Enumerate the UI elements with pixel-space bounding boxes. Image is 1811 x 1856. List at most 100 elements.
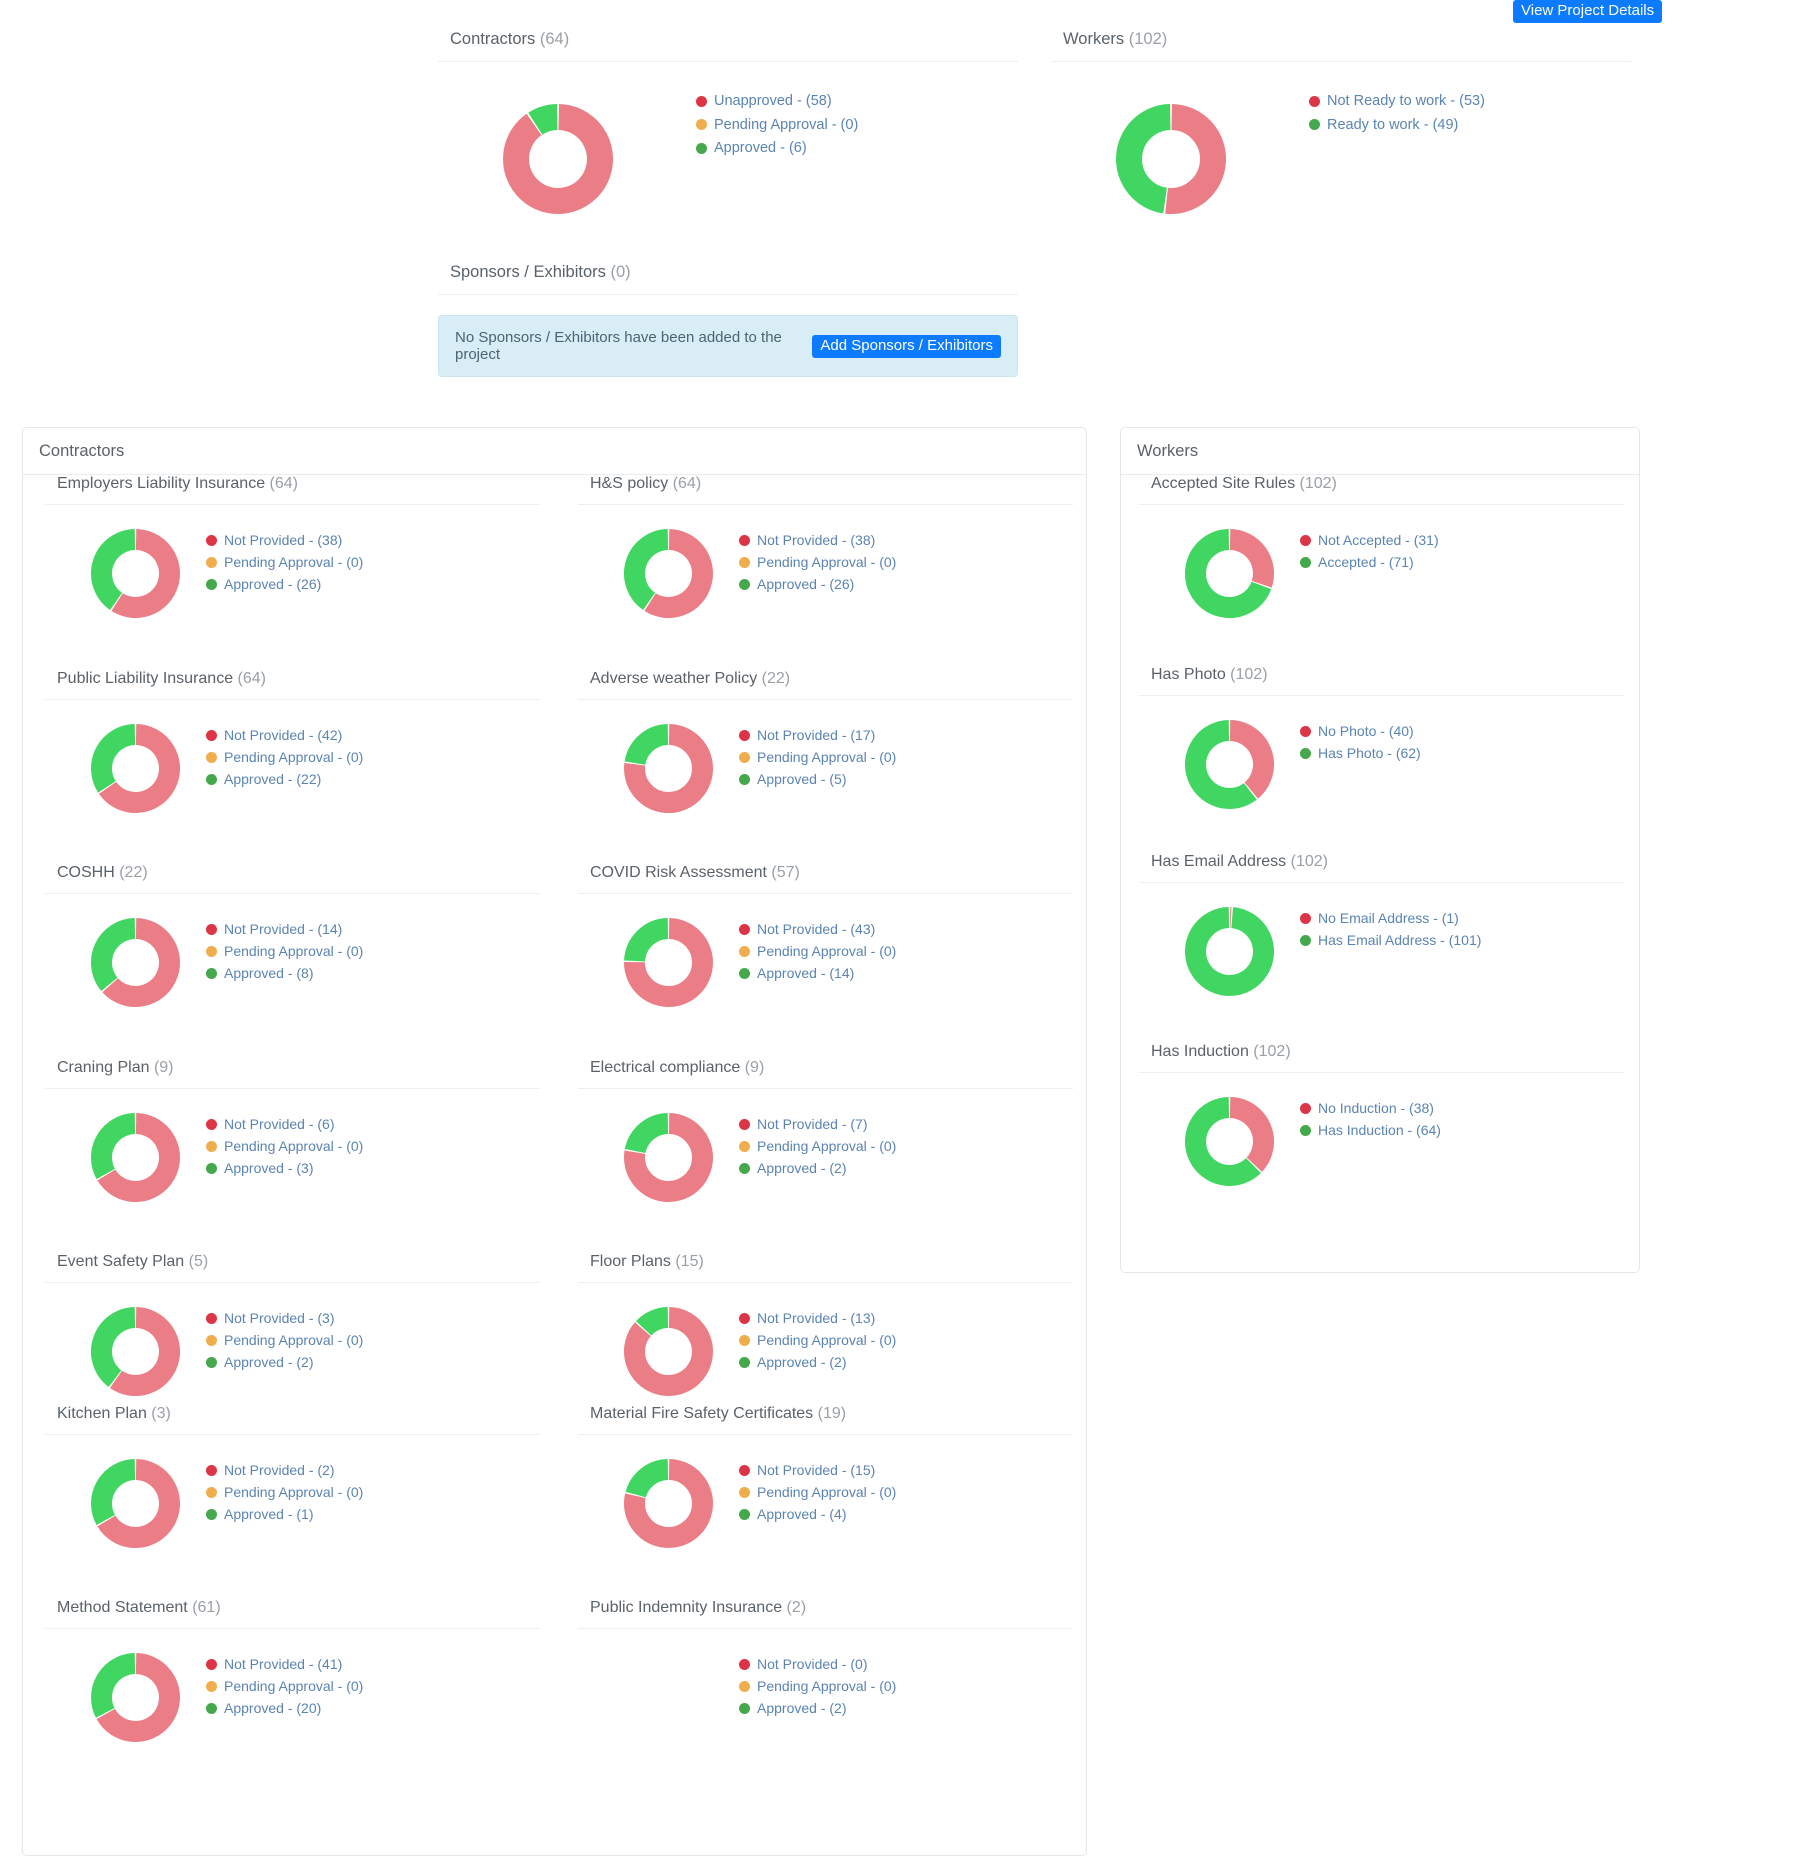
metric-title-count: (22) [757, 670, 791, 687]
donut-chart-svg [1185, 720, 1274, 809]
donut-chart-svg [624, 1459, 713, 1548]
legend-dot-icon [696, 95, 707, 107]
legend-item: Has Photo - (62) [1300, 746, 1421, 760]
legend-item: Approved - (8) [206, 966, 363, 980]
legend-label: Pending Approval - (0) [224, 1138, 364, 1154]
legend-label: Approved - (4) [757, 1506, 847, 1522]
legend-dot-icon [739, 967, 750, 979]
legend-label: Not Provided - (38) [224, 532, 343, 548]
metric-card: Electrical compliance (9) Not Provided - … [578, 1059, 1073, 1206]
summary-workers-title: Workers [1063, 30, 1125, 48]
summary-contractors-donut [438, 84, 678, 234]
metric-title: Method Statement (61) [45, 1599, 540, 1628]
legend-label: Pending Approval - (0) [757, 1678, 897, 1694]
legend-item: No Photo - (40) [1300, 724, 1421, 738]
donut-chart-svg [91, 918, 180, 1007]
legend-item: Not Provided - (43) [739, 922, 896, 936]
sponsors-empty-message: No Sponsors / Exhibitors have been added… [455, 329, 782, 363]
metric-title: COVID Risk Assessment (57) [578, 864, 1073, 893]
legend-dot-icon [739, 1702, 750, 1714]
metric-card: Has Email Address (102) No Email Address … [1139, 853, 1624, 1000]
legend-item: Approved - (14) [739, 966, 896, 980]
summary-contractors-legend: Unapproved - (58) Pending Approval - (0)… [678, 84, 858, 165]
metric-card: Public Indemnity Insurance (2) Not Provid… [578, 1599, 1073, 1746]
legend-item: Not Provided - (13) [739, 1311, 896, 1325]
metric-body: Not Provided - (7) Pending Approval - (0)… [578, 1089, 1073, 1206]
legend-dot-icon [206, 556, 217, 568]
metric-legend: Not Provided - (42) Pending Approval - (0… [184, 720, 363, 794]
metric-donut [620, 1649, 717, 1746]
legend-item: Pending Approval - (0) [206, 1679, 363, 1693]
legend-item: Pending Approval - (0) [739, 1139, 896, 1153]
metric-legend: No Induction - (38) Has Induction - (64) [1278, 1093, 1441, 1145]
metric-title: Public Liability Insurance (64) [45, 670, 540, 699]
legend-dot-icon [206, 1486, 217, 1498]
metric-body: Not Provided - (3) Pending Approval - (0)… [45, 1283, 540, 1400]
metric-card: Adverse weather Policy (22) Not Provided … [578, 670, 1073, 817]
legend-dot-icon [206, 1658, 217, 1670]
legend-dot-icon [206, 1702, 217, 1714]
metric-title: Craning Plan (9) [45, 1059, 540, 1088]
legend-item: Pending Approval - (0) [739, 555, 896, 569]
legend-label: Approved - (14) [757, 965, 855, 981]
legend-item: Approved - (2) [739, 1355, 896, 1369]
workers-panel-body: Accepted Site Rules (102) Not Accepted - … [1121, 475, 1639, 1272]
metric-title: Has Photo (102) [1139, 666, 1624, 695]
legend-item: Has Email Address - (101) [1300, 933, 1481, 947]
metric-body: Not Provided - (38) Pending Approval - (0… [578, 505, 1073, 622]
legend-item: Approved - (4) [739, 1507, 896, 1521]
metric-title-count: (64) [265, 475, 298, 492]
metric-title-count: (22) [114, 864, 148, 881]
legend-label: Approved - (6) [714, 140, 807, 156]
metric-body: Not Provided - (13) Pending Approval - (0… [578, 1283, 1073, 1400]
metric-donut [87, 1109, 184, 1206]
view-project-details-button[interactable]: View Project Details [1513, 0, 1663, 23]
legend-label: Not Provided - (42) [224, 727, 343, 743]
metric-title-count: (102) [1295, 475, 1337, 492]
legend-dot-icon [1300, 1102, 1311, 1114]
summary-sponsors-heading: Sponsors / Exhibitors (0) [438, 263, 1018, 294]
legend-label: Approved - (26) [757, 576, 855, 592]
metric-legend: Not Provided - (7) Pending Approval - (0)… [717, 1109, 896, 1183]
legend-label: Pending Approval - (0) [224, 749, 364, 765]
legend-dot-icon [206, 1334, 217, 1346]
summary-sponsors-count: (0) [610, 263, 631, 281]
metric-card: Floor Plans (15) Not Provided - (13) Pendi… [578, 1253, 1073, 1400]
donut-chart-svg [503, 104, 613, 214]
metric-title-label: Floor Plans [590, 1253, 671, 1270]
legend-dot-icon [1300, 725, 1311, 737]
legend-item: Pending Approval - (0) [206, 1333, 363, 1347]
legend-label: Pending Approval - (0) [224, 943, 364, 959]
legend-item: Approved - (3) [206, 1161, 363, 1175]
legend-label: Approved - (8) [224, 965, 314, 981]
metric-card: Event Safety Plan (5) Not Provided - (3) P… [45, 1253, 540, 1400]
legend-dot-icon [206, 945, 217, 957]
summary-card-workers: Workers (102) Not Ready to work - (53) R… [1051, 30, 1631, 234]
legend-item: Approved - (20) [206, 1701, 363, 1715]
legend-item: Pending Approval - (0) [739, 944, 896, 958]
legend-dot-icon [206, 578, 217, 590]
legend-dot-icon [206, 1680, 217, 1692]
metric-legend: Not Provided - (38) Pending Approval - (0… [717, 525, 896, 599]
legend-dot-icon [739, 773, 750, 785]
legend-dot-icon [739, 1334, 750, 1346]
metric-title-count: (5) [184, 1253, 209, 1270]
legend-label: Not Provided - (7) [757, 1116, 868, 1132]
metric-card: Kitchen Plan (3) Not Provided - (2) Pendin… [45, 1405, 540, 1552]
metric-donut [87, 525, 184, 622]
metric-body: Not Provided - (2) Pending Approval - (0)… [45, 1435, 540, 1552]
metric-title: Material Fire Safety Certificates (19) [578, 1405, 1073, 1434]
metric-title: Electrical compliance (9) [578, 1059, 1073, 1088]
add-sponsors-exhibitors-button[interactable]: Add Sponsors / Exhibitors [812, 334, 1001, 358]
metric-title-count: (64) [668, 475, 702, 492]
metric-legend: Not Provided - (43) Pending Approval - (0… [717, 914, 896, 988]
legend-label: Approved - (2) [757, 1700, 847, 1716]
metric-card: Employers Liability Insurance (64) Not Pr… [45, 475, 540, 622]
legend-label: Has Email Address - (101) [1318, 932, 1482, 948]
legend-label: Has Induction - (64) [1318, 1122, 1441, 1138]
legend-item: Approved - (1) [206, 1507, 363, 1521]
metric-title-count: (3) [146, 1405, 171, 1422]
metric-title: COSHH (22) [45, 864, 540, 893]
legend-label: Not Provided - (13) [757, 1310, 876, 1326]
legend-dot-icon [739, 751, 750, 763]
